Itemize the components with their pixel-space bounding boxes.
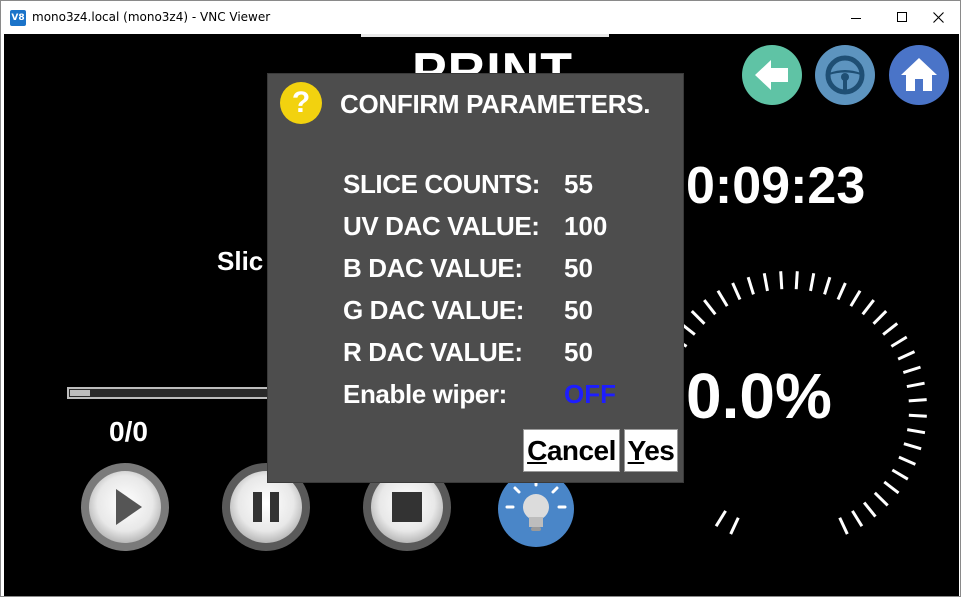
gauge-tick xyxy=(836,282,847,301)
vnc-viewer-app-icon: V8 xyxy=(10,10,26,26)
window-title: mono3z4.local (mono3z4) - VNC Viewer xyxy=(32,10,271,24)
param-row-r-dac: R DAC VALUE: 50 xyxy=(343,337,673,373)
param-row-g-dac: G DAC VALUE: 50 xyxy=(343,295,673,331)
gauge-tick xyxy=(906,428,926,435)
yes-mnemonic: Y xyxy=(627,435,645,466)
gauge-tick xyxy=(908,398,927,403)
gauge-tick xyxy=(862,501,877,518)
remote-screen[interactable]: PRINT 0:09:23 0.0% Slic 0/0 ? CONFIRM PA… xyxy=(4,34,959,596)
question-icon: ? xyxy=(280,82,322,124)
gauge-tick xyxy=(890,335,908,348)
param-value: 50 xyxy=(564,295,593,325)
gauge-tick xyxy=(703,299,717,316)
param-value: 100 xyxy=(564,211,608,241)
gauge-tick xyxy=(898,455,916,466)
param-label: SLICE COUNTS: xyxy=(343,169,541,199)
gauge-tick xyxy=(849,289,862,307)
cancel-mnemonic: C xyxy=(527,435,547,466)
progress-percent: 0.0% xyxy=(686,360,832,432)
home-button[interactable] xyxy=(889,45,949,105)
play-button[interactable] xyxy=(80,462,170,552)
slice-label: Slic xyxy=(217,246,264,276)
progress-bar-fill xyxy=(70,390,90,396)
gauge-tick xyxy=(872,309,888,325)
gauge-tick xyxy=(891,468,909,481)
gauge-tick xyxy=(729,517,740,535)
param-value: 50 xyxy=(564,337,593,367)
param-row-slice-counts: SLICE COUNTS: 55 xyxy=(343,169,673,205)
param-value: 50 xyxy=(564,253,593,283)
param-label: B DAC VALUE: xyxy=(343,253,523,283)
close-button[interactable] xyxy=(915,1,961,34)
param-row-b-dac: B DAC VALUE: 50 xyxy=(343,253,673,289)
gauge-tick xyxy=(838,517,849,535)
gauge-tick xyxy=(851,510,864,527)
slice-count: 0/0 xyxy=(109,416,148,447)
manual-control-button[interactable] xyxy=(815,45,875,105)
gauge-tick xyxy=(823,276,832,295)
param-value: 55 xyxy=(564,169,593,199)
gauge-tick xyxy=(873,491,889,507)
yes-label: es xyxy=(644,435,675,466)
title-bar[interactable]: V8 mono3z4.local (mono3z4) - VNC Viewer xyxy=(1,1,960,34)
gauge-tick xyxy=(883,480,900,495)
gauge-tick xyxy=(762,272,769,292)
gauge-tick xyxy=(861,299,875,316)
gauge-tick xyxy=(902,365,921,375)
gauge-tick xyxy=(690,309,706,325)
param-label: G DAC VALUE: xyxy=(343,295,525,325)
maximize-icon xyxy=(897,12,907,22)
home-icon xyxy=(901,58,937,91)
wiper-status-value: OFF xyxy=(564,379,616,409)
gauge-tick xyxy=(731,282,742,301)
progress-bar xyxy=(67,387,277,399)
confirm-parameters-dialog: ? CONFIRM PARAMETERS. SLICE COUNTS: 55 U… xyxy=(267,73,684,483)
gauge-tick xyxy=(809,272,816,292)
play-icon xyxy=(81,463,169,551)
elapsed-timer: 0:09:23 xyxy=(686,157,866,215)
back-arrow-icon xyxy=(755,60,788,90)
gauge-tick xyxy=(908,413,927,418)
param-row-uv-dac: UV DAC VALUE: 100 xyxy=(343,211,673,247)
gauge-tick xyxy=(794,271,799,290)
minimize-button[interactable] xyxy=(833,1,879,34)
param-label: UV DAC VALUE: xyxy=(343,211,540,241)
cancel-label: ancel xyxy=(546,435,617,466)
param-row-enable-wiper: Enable wiper: OFF xyxy=(343,379,673,415)
gauge-tick xyxy=(746,276,755,295)
gauge-tick xyxy=(779,271,784,290)
gauge-tick xyxy=(897,350,916,361)
close-icon xyxy=(933,12,944,23)
gauge-tick xyxy=(903,442,922,451)
vnc-viewer-window: V8 mono3z4.local (mono3z4) - VNC Viewer … xyxy=(0,0,961,597)
yes-button[interactable]: Yes xyxy=(624,429,678,472)
dialog-title: CONFIRM PARAMETERS. xyxy=(340,89,651,119)
back-button[interactable] xyxy=(742,45,802,105)
param-label: R DAC VALUE: xyxy=(343,337,523,367)
gauge-tick xyxy=(714,510,727,527)
gauge-tick xyxy=(716,289,729,307)
param-label: Enable wiper: xyxy=(343,379,507,409)
top-strip xyxy=(361,34,609,37)
cancel-button[interactable]: Cancel xyxy=(523,429,620,472)
steering-wheel-icon xyxy=(825,55,865,95)
gauge-tick xyxy=(906,381,925,389)
minimize-icon xyxy=(851,18,861,19)
gauge-tick xyxy=(882,322,899,336)
